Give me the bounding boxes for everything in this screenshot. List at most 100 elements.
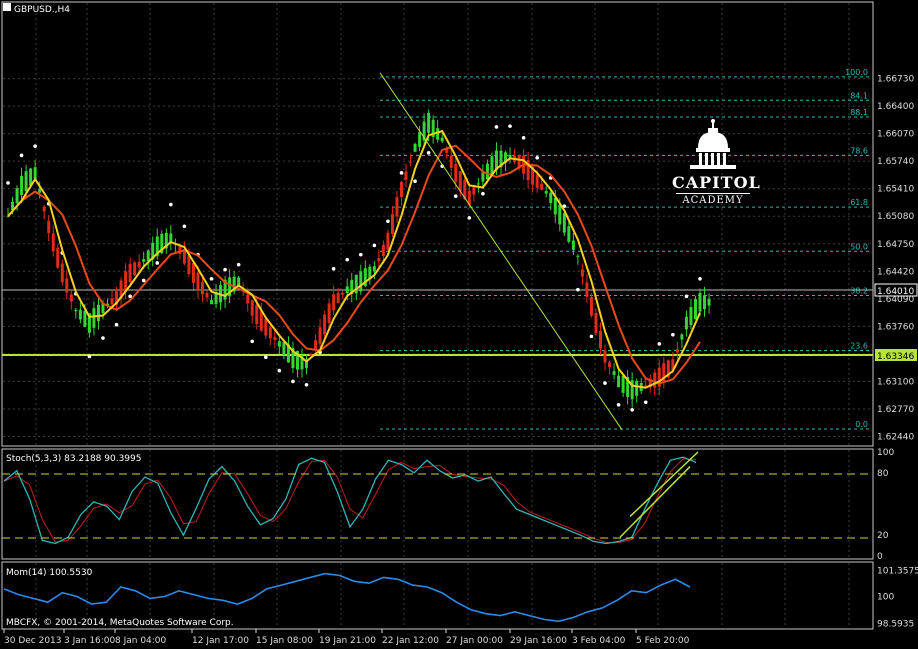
momentum-tick-label: 101.3575 (877, 567, 918, 577)
candle-body (336, 293, 340, 303)
stoch-tick-label: 80 (877, 469, 889, 479)
sar-dot (250, 339, 255, 344)
sar-dot (453, 194, 458, 199)
sar-dot (182, 224, 187, 229)
candle-body (205, 293, 209, 298)
momentum-title: Mom(14) 100.5530 (6, 568, 93, 578)
candle-body (454, 164, 458, 182)
time-tick-label: 5 Feb 20:00 (636, 636, 690, 646)
price-tick-label: 1.65740 (877, 157, 914, 167)
candle-body (92, 308, 96, 328)
candle-body (603, 350, 607, 363)
sar-dot (291, 379, 295, 384)
candle-body (96, 304, 100, 322)
candle-body (51, 233, 55, 252)
candle-body (282, 342, 286, 356)
candle-body (680, 334, 684, 340)
candle-body (535, 174, 539, 188)
sar-dot (223, 267, 227, 272)
candle-body (246, 294, 250, 304)
candle-body (562, 213, 566, 233)
candle-body (409, 161, 413, 163)
candle-body (540, 183, 544, 190)
logo-subtitle: ACADEMY (676, 193, 750, 207)
price-tick-label: 1.65410 (877, 185, 914, 195)
sar-dot (508, 124, 512, 128)
price-tick-label: 1.62440 (877, 432, 914, 442)
candle-body (693, 299, 697, 320)
copyright-text: MBCFX, © 2001-2014, MetaQuotes Software … (6, 618, 234, 628)
candle-body (684, 316, 688, 330)
candle-body (703, 295, 707, 310)
sar-dot (589, 334, 594, 339)
price-tick-label: 1.66070 (877, 130, 914, 140)
fib-label: 23.6 (850, 342, 868, 351)
time-tick-label: 30 Dec 2013 (4, 636, 62, 646)
candle-body (436, 128, 440, 140)
stoch-title: Stoch(5,3,3) 83.2188 90.3995 (6, 454, 141, 464)
sar-dot (426, 151, 431, 155)
sar-dot (209, 277, 214, 281)
candle-body (277, 341, 281, 347)
candle-body (404, 171, 408, 180)
candle-body (508, 154, 512, 158)
time-tick-label: 15 Jan 08:00 (256, 636, 313, 646)
fib-label: 50.0 (850, 242, 868, 251)
time-tick-label: 3 Jan 16:00 (64, 636, 116, 646)
candle-body (47, 220, 51, 234)
price-tick-label: 1.63760 (877, 322, 914, 332)
sar-dot (643, 400, 648, 405)
candle-body (60, 263, 64, 283)
momentum-tick-label: 100 (877, 593, 894, 603)
sar-dot (413, 179, 417, 183)
candle-body (318, 327, 322, 344)
candle-body (481, 172, 485, 182)
price-tick-label: 1.62770 (877, 405, 914, 415)
candle-body (662, 363, 666, 384)
sar-dot (33, 144, 37, 148)
candle-body (585, 282, 589, 297)
sar-dot (169, 202, 173, 207)
candle-body (571, 240, 575, 250)
candle-body (472, 187, 476, 195)
candle-body (567, 226, 571, 242)
price-tick-label: 1.63100 (877, 377, 914, 387)
candle-body (612, 371, 616, 375)
candle-body (33, 167, 37, 179)
candle-body (78, 309, 82, 320)
chart-canvas: 100.0 84.1 88.1 78.6 61.8 50.0 38.2 23.6 0.0 GBP… (0, 0, 918, 649)
candle-body (458, 171, 462, 192)
candle-body (580, 269, 584, 277)
time-tick-label: 27 Jan 00:00 (446, 636, 503, 646)
sar-dot (236, 262, 241, 267)
support-price-label: 1.63346 (877, 352, 914, 362)
candle-body (558, 204, 562, 225)
time-tick-label: 8 Jan 04:00 (115, 636, 167, 646)
candle-body (707, 298, 711, 306)
candle-body (332, 294, 336, 311)
candle-body (250, 300, 254, 316)
sar-dot (521, 136, 526, 140)
candle-body (689, 307, 693, 326)
sar-dot (19, 153, 24, 158)
sar-dot (481, 191, 485, 196)
candle-body (24, 171, 28, 192)
time-tick-label: 19 Jan 21:00 (319, 636, 376, 646)
price-tick-label: 1.66730 (877, 75, 914, 85)
candle-body (418, 132, 422, 147)
candle-body (142, 259, 146, 262)
candle-body (196, 272, 200, 291)
sar-dot (657, 342, 662, 346)
candle-body (553, 197, 557, 215)
fib-label: 88.1 (850, 108, 868, 117)
candle-body (273, 336, 277, 340)
sar-dot (698, 277, 702, 281)
momentum-tick-label: 98.5935 (877, 619, 914, 629)
sar-dot (87, 354, 92, 359)
candle-body (635, 380, 639, 396)
price-tick-label: 1.64420 (877, 267, 914, 277)
sar-dot (101, 336, 105, 340)
candle-body (399, 181, 403, 198)
time-tick-label: 22 Jan 12:00 (382, 636, 439, 646)
sar-dot (155, 261, 160, 265)
